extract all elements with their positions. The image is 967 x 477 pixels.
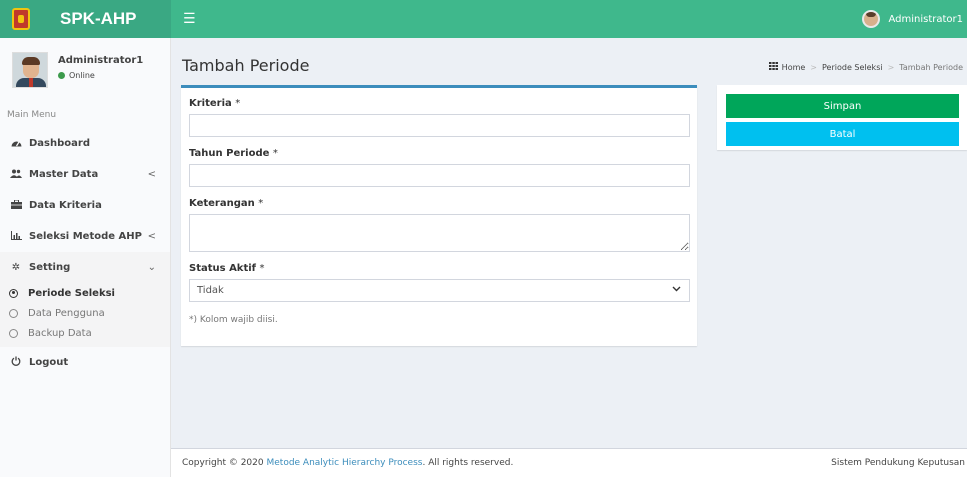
keterangan-textarea[interactable] [189, 214, 690, 252]
submenu-item-backup-data[interactable]: Backup Data [0, 323, 170, 343]
submenu-item-label: Periode Seleksi [28, 287, 115, 299]
kriteria-label: Kriteria * [189, 98, 241, 109]
circle-icon [9, 308, 18, 318]
sidebar-item-label: Setting [29, 262, 71, 273]
status-label: Online [69, 71, 95, 80]
submenu-item-label: Backup Data [28, 327, 92, 339]
keterangan-label: Keterangan * [189, 198, 264, 209]
submenu-item-label: Data Pengguna [28, 307, 105, 319]
sidebar: Administrator1 Online Main Menu Dashboar… [0, 38, 171, 477]
tahun-periode-input[interactable] [189, 164, 690, 187]
brand[interactable]: SPK-AHP [0, 0, 171, 38]
brand-title: SPK-AHP [60, 9, 137, 28]
dashboard-icon [9, 138, 23, 150]
sidebar-item-label: Master Data [29, 169, 99, 180]
sidebar-item-label: Logout [29, 357, 69, 368]
breadcrumb-home[interactable]: Home [782, 63, 806, 72]
briefcase-icon [9, 199, 23, 212]
chevron-left-icon: < [147, 231, 156, 242]
sidebar-item-logout[interactable]: Logout [0, 347, 170, 378]
setting-submenu: Periode Seleksi Data Pengguna Backup Dat… [0, 283, 170, 347]
sidebar-item-label: Data Kriteria [29, 200, 102, 211]
required-note: *) Kolom wajib diisi. [189, 315, 278, 325]
page-title: Tambah Periode [182, 56, 310, 75]
menu-header: Main Menu [7, 110, 57, 120]
cancel-button[interactable]: Batal [726, 122, 959, 146]
sidebar-item-seleksi-ahp[interactable]: Seleksi Metode AHP < [0, 221, 170, 252]
sidebar-item-label: Dashboard [29, 138, 90, 149]
chevron-left-icon: < [147, 169, 156, 180]
logo-icon [12, 8, 30, 30]
breadcrumb-periode-seleksi[interactable]: Periode Seleksi [822, 63, 883, 72]
chevron-down-icon [672, 285, 681, 295]
sidebar-item-label: Seleksi Metode AHP [29, 231, 142, 242]
user-menu[interactable]: Administrator1 [862, 0, 967, 38]
action-box: Simpan Batal [717, 85, 967, 150]
sidebar-user-name: Administrator1 [58, 55, 144, 66]
bar-chart-icon [9, 230, 23, 243]
online-status: Online [58, 71, 143, 80]
status-aktif-value: Tidak [197, 285, 224, 296]
copyright-suffix: . All rights reserved. [422, 458, 514, 468]
sidebar-item-master-data[interactable]: Master Data < [0, 159, 170, 190]
form-box: Kriteria * Tahun Periode * Keterangan * … [181, 85, 697, 346]
breadcrumb-current: Tambah Periode [899, 63, 963, 72]
sidebar-item-data-kriteria[interactable]: Data Kriteria [0, 190, 170, 221]
tahun-periode-label: Tahun Periode * [189, 148, 278, 159]
sidebar-item-setting[interactable]: ✲ Setting ⌄ [0, 252, 170, 283]
breadcrumb: Home > Periode Seleksi > Tambah Periode [768, 62, 963, 73]
footer: Copyright © 2020 Metode Analytic Hierarc… [171, 448, 967, 477]
menu-toggle-icon[interactable]: ☰ [183, 11, 196, 27]
circle-icon [9, 288, 18, 298]
breadcrumb-separator: > [887, 63, 895, 72]
copyright-text: Copyright © 2020 [182, 458, 264, 468]
status-aktif-label: Status Aktif * [189, 263, 265, 274]
keterangan-group: Keterangan * [189, 198, 690, 252]
dashboard-grid-icon [768, 62, 778, 73]
users-icon [9, 169, 23, 181]
kriteria-group: Kriteria * [189, 98, 690, 137]
breadcrumb-separator: > [810, 63, 817, 72]
submenu-item-periode-seleksi[interactable]: Periode Seleksi [0, 283, 170, 303]
avatar [862, 10, 881, 28]
submenu-item-data-pengguna[interactable]: Data Pengguna [0, 303, 170, 323]
gear-icon: ✲ [11, 262, 21, 273]
power-icon [9, 356, 23, 369]
footer-right-text: Sistem Pendukung Keputusan [831, 458, 965, 468]
status-aktif-group: Status Aktif * Tidak [189, 263, 690, 302]
online-dot-icon [58, 72, 65, 79]
user-name: Administrator1 [888, 13, 963, 25]
status-aktif-select[interactable]: Tidak [189, 279, 690, 302]
save-button[interactable]: Simpan [726, 94, 959, 118]
circle-icon [9, 328, 18, 338]
tahun-periode-group: Tahun Periode * [189, 148, 690, 187]
chevron-down-icon: ⌄ [147, 262, 156, 273]
user-panel: Administrator1 Online [0, 38, 170, 96]
kriteria-input[interactable] [189, 114, 690, 137]
footer-link[interactable]: Metode Analytic Hierarchy Process [266, 458, 422, 468]
user-avatar [12, 52, 48, 88]
top-navbar: SPK-AHP ☰ Administrator1 [0, 0, 967, 38]
sidebar-item-dashboard[interactable]: Dashboard [0, 128, 170, 159]
